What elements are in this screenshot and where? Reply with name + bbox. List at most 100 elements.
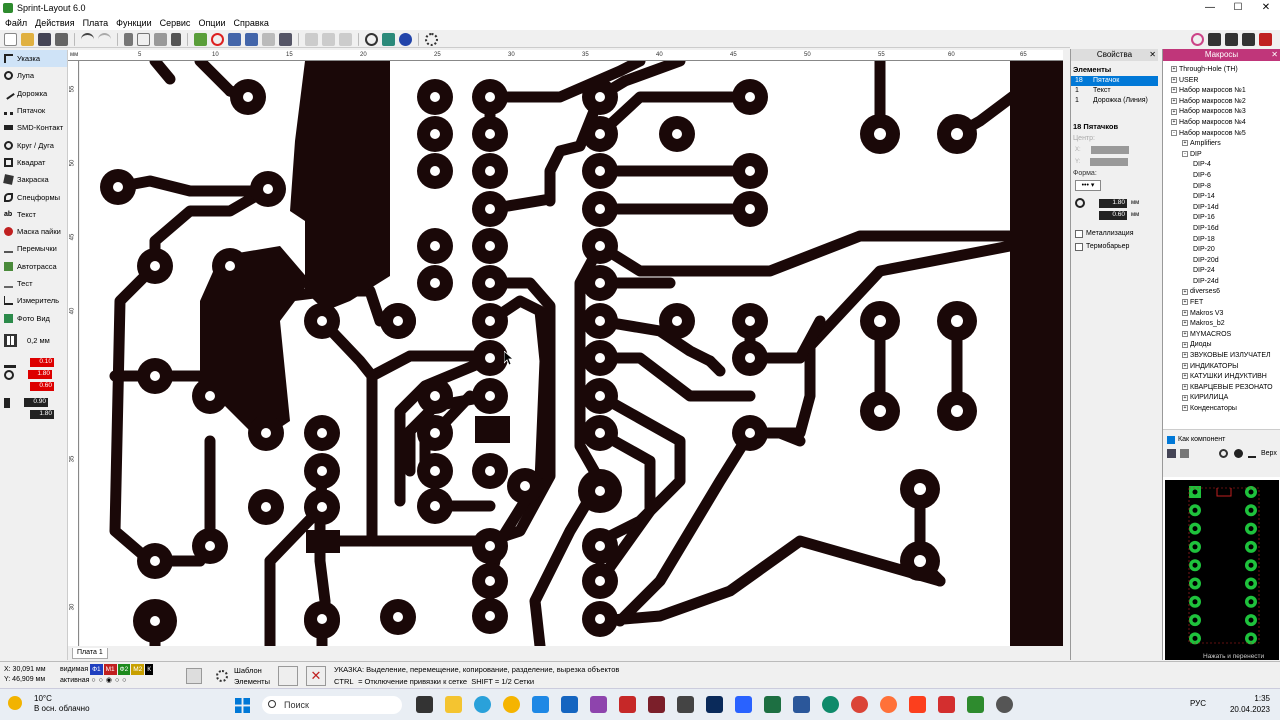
- brush-icon[interactable]: [1248, 449, 1256, 458]
- tool-solder-mask[interactable]: Маска пайки: [0, 223, 67, 240]
- macro-tree-item[interactable]: + Makros_b2: [1163, 319, 1280, 330]
- macro-tree-item[interactable]: + ЗВУКОВЫЕ ИЗЛУЧАТЕЛ: [1163, 351, 1280, 362]
- macro-tree-item[interactable]: DIP-24d: [1163, 277, 1280, 288]
- active-layer-radios[interactable]: ○○◉○○: [91, 677, 129, 684]
- checkbox-box[interactable]: [1075, 229, 1083, 238]
- app-icon-purple[interactable]: [590, 696, 607, 713]
- macro-tree-item[interactable]: + diverses6: [1163, 287, 1280, 298]
- menu-help[interactable]: Справка: [234, 18, 269, 28]
- macro-toggle-icon[interactable]: [1191, 33, 1204, 46]
- macro-tree-item[interactable]: DIP-16: [1163, 213, 1280, 224]
- rotate-icon[interactable]: [211, 32, 224, 46]
- outer-diameter-field[interactable]: 1.80 мм: [1071, 197, 1158, 209]
- maximize-button[interactable]: ☐: [1224, 0, 1252, 15]
- expand-icon[interactable]: +: [1182, 341, 1188, 348]
- checkbox-box[interactable]: [1075, 242, 1083, 251]
- menu-actions[interactable]: Действия: [35, 18, 74, 28]
- macro-tree-item[interactable]: + КВАРЦЕВЫЕ РЕЗОНАТО: [1163, 383, 1280, 394]
- tool-pointer[interactable]: Указка: [0, 50, 67, 68]
- center-x-input[interactable]: [1090, 146, 1129, 154]
- expand-icon[interactable]: +: [1182, 299, 1188, 306]
- pcb-canvas[interactable]: [80, 61, 1063, 646]
- pad-outer-value[interactable]: 1.80: [28, 370, 52, 380]
- tool-track[interactable]: Дорожка: [0, 85, 67, 102]
- vivaldi-icon[interactable]: [938, 696, 955, 713]
- language-indicator[interactable]: РУС: [1190, 699, 1206, 708]
- align-icon[interactable]: [262, 32, 275, 46]
- macro-tree-item[interactable]: + Диоды: [1163, 340, 1280, 351]
- unlock-icon[interactable]: [322, 32, 335, 46]
- taskbar-search[interactable]: Поиск: [262, 696, 402, 714]
- center-x-field[interactable]: X:: [1071, 144, 1158, 156]
- smd-height-value[interactable]: 1.80: [30, 410, 54, 420]
- macro-tree-item[interactable]: DIP-18: [1163, 235, 1280, 246]
- macro-tree-item[interactable]: DIP-16d: [1163, 224, 1280, 235]
- refresh-icon[interactable]: [1219, 448, 1228, 458]
- center-y-input[interactable]: [1090, 158, 1129, 166]
- tool-fill[interactable]: Закраска: [0, 171, 67, 188]
- redo-icon[interactable]: [98, 32, 111, 46]
- tool-magnifier[interactable]: Лупа: [0, 67, 67, 84]
- inner-diameter-value[interactable]: 0.60: [1099, 210, 1127, 220]
- expand-icon[interactable]: +: [1182, 394, 1188, 401]
- pad-inner-field[interactable]: 0.60: [0, 381, 67, 393]
- app-icon-blue2[interactable]: [735, 696, 752, 713]
- tool-photo-view[interactable]: Фото Вид: [0, 309, 67, 326]
- firefox-icon[interactable]: [880, 696, 897, 713]
- thermal-checkbox[interactable]: Термобарьер: [1071, 240, 1158, 253]
- open-file-icon[interactable]: [21, 32, 34, 46]
- layer-top-icon[interactable]: [1234, 448, 1243, 458]
- metallization-checkbox[interactable]: Металлизация: [1071, 227, 1158, 240]
- macro-tree-item[interactable]: + Набор макросов №1: [1163, 86, 1280, 97]
- menu-service[interactable]: Сервис: [160, 18, 191, 28]
- expand-icon[interactable]: +: [1182, 309, 1188, 316]
- telegram-icon[interactable]: [474, 696, 491, 713]
- macro-tree-item[interactable]: DIP-20: [1163, 245, 1280, 256]
- expand-icon[interactable]: +: [1171, 108, 1177, 115]
- macro-tree-item[interactable]: + Набор макросов №3: [1163, 107, 1280, 118]
- tab-board-1[interactable]: Плата 1: [72, 648, 108, 659]
- inner-diameter-field[interactable]: 0.60 мм: [1071, 209, 1158, 221]
- tool-pad[interactable]: Пятачок: [0, 102, 67, 119]
- snap-icon[interactable]: [278, 666, 298, 686]
- collapse-icon[interactable]: -: [1182, 150, 1188, 157]
- macro-tree-item[interactable]: - DIP: [1163, 150, 1280, 161]
- expand-icon[interactable]: +: [1171, 119, 1177, 126]
- excel-icon[interactable]: [764, 696, 781, 713]
- tool-specforms[interactable]: Спецформы: [0, 188, 67, 205]
- macro-tree-item[interactable]: + ИНДИКАТОРЫ: [1163, 362, 1280, 373]
- smd-width-value[interactable]: 0.90: [24, 398, 48, 408]
- macro-tree-item[interactable]: DIP-8: [1163, 182, 1280, 193]
- macro-tree[interactable]: + Through-Hole (TH) + USER + Набор макросов №…: [1163, 61, 1280, 427]
- shape-dropdown[interactable]: ••• ▾: [1075, 179, 1101, 191]
- paste-icon[interactable]: [154, 32, 167, 46]
- expand-icon[interactable]: +: [1182, 320, 1188, 327]
- app-icon-dark[interactable]: [677, 696, 694, 713]
- tool-text[interactable]: ab Текст: [0, 206, 67, 223]
- expand-icon[interactable]: +: [1182, 405, 1188, 412]
- layer-k[interactable]: К: [145, 664, 154, 675]
- tool-autoroute[interactable]: Автотрасса: [0, 258, 67, 275]
- menu-functions[interactable]: Функции: [116, 18, 151, 28]
- gerber-icon[interactable]: [1225, 33, 1238, 46]
- pad-outer-field[interactable]: 1.80: [0, 369, 67, 381]
- save-icon[interactable]: [38, 32, 51, 46]
- export-icon[interactable]: [1208, 33, 1221, 46]
- macro-tree-item[interactable]: DIP-14: [1163, 192, 1280, 203]
- tool-test[interactable]: Тест: [0, 275, 67, 292]
- clock[interactable]: 1:35 20.04.2023: [1230, 693, 1270, 715]
- new-file-icon[interactable]: [4, 32, 17, 46]
- collapse-icon[interactable]: -: [1171, 129, 1177, 136]
- macro-tree-item[interactable]: DIP-4: [1163, 160, 1280, 171]
- expand-icon[interactable]: +: [1182, 362, 1188, 369]
- sprint-layout-icon[interactable]: [967, 696, 984, 713]
- expand-icon[interactable]: +: [1182, 331, 1188, 337]
- element-row[interactable]: 18 Пятачок: [1071, 76, 1158, 86]
- as-component-checkbox[interactable]: Как компонент: [1163, 433, 1280, 446]
- menu-file[interactable]: Файл: [5, 18, 27, 28]
- lock-icon[interactable]: [305, 32, 318, 46]
- layer-f2[interactable]: Ф2: [117, 664, 131, 675]
- app-icon-yellow[interactable]: [503, 696, 520, 713]
- track-width-field[interactable]: 0.10: [0, 357, 67, 369]
- chrome-icon[interactable]: [851, 696, 868, 713]
